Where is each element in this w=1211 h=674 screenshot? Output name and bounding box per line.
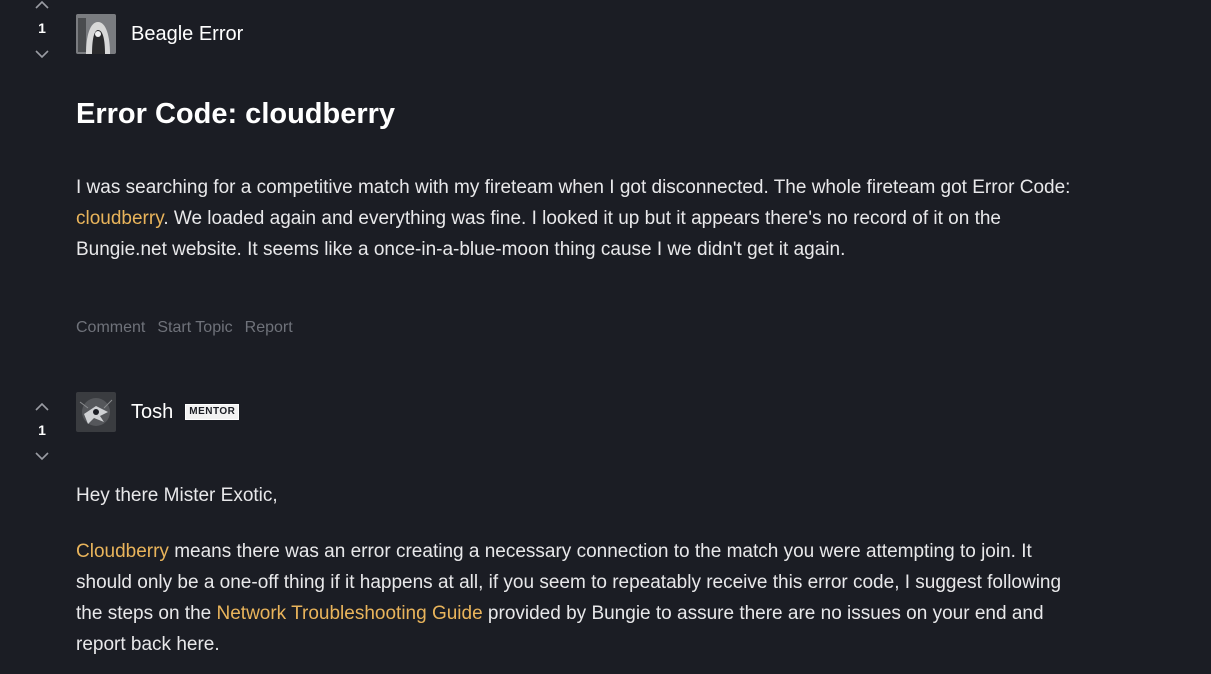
downvote-button[interactable] <box>26 44 58 64</box>
vote-control: 1 <box>26 0 58 64</box>
cloudberry-link[interactable]: Cloudberry <box>76 541 169 562</box>
upvote-button[interactable] <box>26 396 58 416</box>
author-name[interactable]: Tosh <box>131 401 173 424</box>
greeting-text: Hey there Mister Exotic, <box>76 485 278 506</box>
post-title: Error Code: cloudberry <box>76 98 396 130</box>
chevron-up-icon <box>35 0 49 9</box>
author-name[interactable]: Beagle Error <box>131 23 243 46</box>
vote-control: 1 <box>26 396 58 466</box>
chevron-down-icon <box>35 451 49 460</box>
author-row: Beagle Error <box>76 14 243 54</box>
upvote-button[interactable] <box>26 0 58 14</box>
report-button[interactable]: Report <box>245 319 293 337</box>
comment-button[interactable]: Comment <box>76 319 145 337</box>
post-actions: Comment Start Topic Report <box>76 319 293 337</box>
avatar[interactable] <box>76 14 116 54</box>
chevron-down-icon <box>35 49 49 58</box>
avatar-image <box>76 392 116 432</box>
avatar[interactable] <box>76 392 116 432</box>
body-text-segment: I was searching for a competitive match … <box>76 177 1071 198</box>
avatar-image <box>76 14 116 54</box>
downvote-button[interactable] <box>26 446 58 466</box>
post-body: I was searching for a competitive match … <box>76 172 1086 265</box>
start-topic-button[interactable]: Start Topic <box>157 319 232 337</box>
vote-count: 1 <box>38 422 46 438</box>
vote-count: 1 <box>38 20 46 36</box>
network-troubleshooting-guide-link[interactable]: Network Troubleshooting Guide <box>217 603 483 624</box>
reply-body: Cloudberry means there was an error crea… <box>76 536 1086 660</box>
author-row: Tosh MENTOR <box>76 392 240 432</box>
body-text-segment: . We loaded again and everything was fin… <box>76 208 1002 260</box>
cloudberry-link[interactable]: cloudberry <box>76 208 163 229</box>
mentor-badge: MENTOR <box>185 404 240 420</box>
chevron-up-icon <box>35 402 49 411</box>
reply-greeting: Hey there Mister Exotic, <box>76 480 1086 511</box>
